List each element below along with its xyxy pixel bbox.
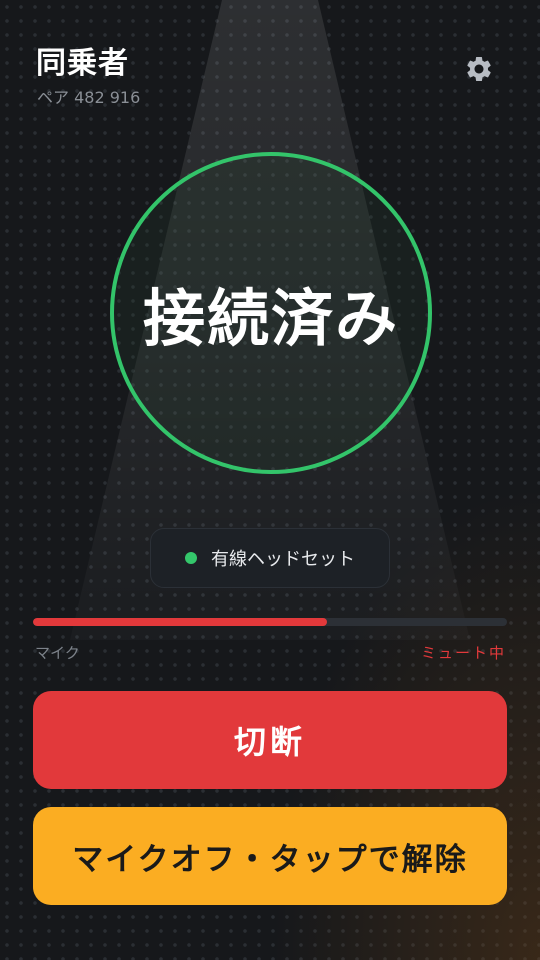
- disconnect-button[interactable]: 切断: [33, 691, 507, 789]
- device-status-dot: [185, 552, 197, 564]
- audio-device-selector[interactable]: 有線ヘッドセット: [150, 528, 390, 588]
- connection-status-label: 接続済み: [142, 282, 399, 355]
- mic-label: マイク: [35, 644, 80, 662]
- mic-level-fill: [33, 618, 327, 626]
- connection-status-ring: 接続済み: [110, 152, 432, 474]
- mic-level-meter: [33, 618, 507, 626]
- settings-button[interactable]: [462, 52, 496, 86]
- audio-device-label: 有線ヘッドセット: [211, 549, 355, 570]
- pair-code: ペア 482 916: [37, 88, 141, 107]
- gear-icon: [467, 56, 491, 81]
- unmute-button[interactable]: マイクオフ・タップで解除: [33, 807, 507, 905]
- page-title: 同乗者: [36, 46, 129, 81]
- mute-status-label: ミュート中: [420, 644, 506, 662]
